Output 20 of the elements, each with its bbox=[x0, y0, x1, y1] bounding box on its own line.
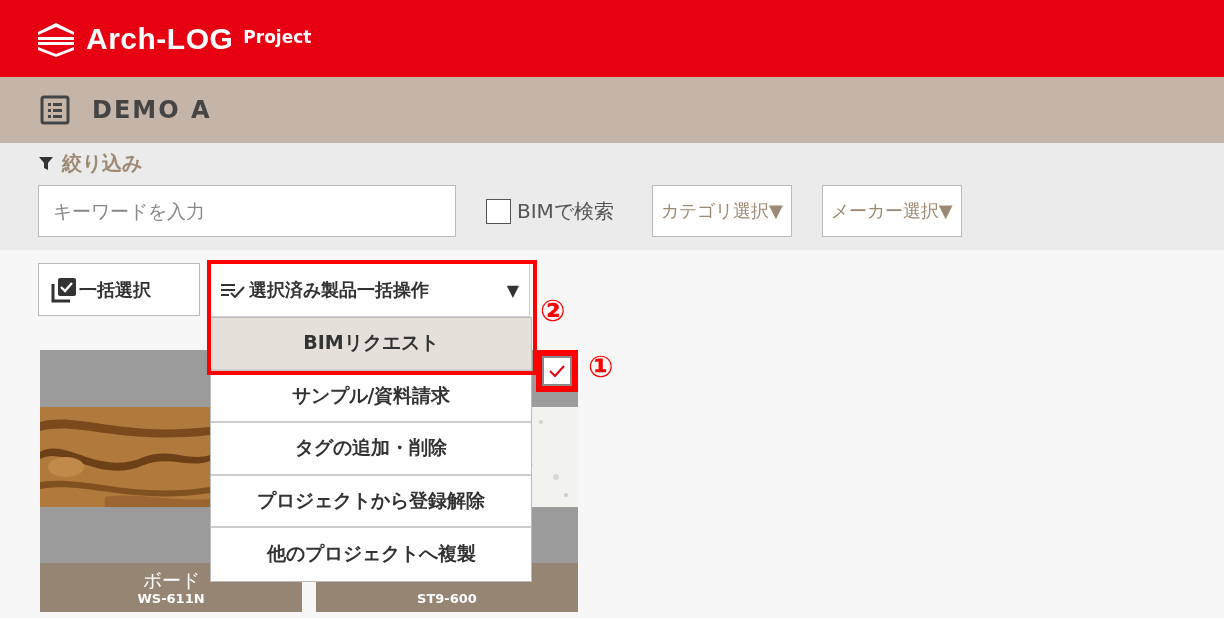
product-name: Project bbox=[243, 26, 312, 47]
list-check-icon bbox=[221, 282, 245, 298]
step-number: ① bbox=[588, 352, 614, 382]
product-code: WS-611N bbox=[137, 591, 205, 606]
keyword-field[interactable]: キーワードを入力 bbox=[38, 185, 456, 237]
bulk-action-button[interactable]: 選択済み製品一括操作 ▼ bbox=[210, 263, 530, 317]
product-checkbox[interactable] bbox=[536, 350, 578, 392]
step-number: ② bbox=[540, 296, 566, 326]
product-name: ボード bbox=[142, 569, 200, 591]
list-icon bbox=[40, 95, 70, 125]
filter-icon bbox=[38, 155, 54, 171]
select-all-button[interactable]: 一括選択 bbox=[38, 263, 200, 316]
project-title: DEMO A bbox=[92, 96, 212, 124]
logo-text[interactable]: Arch-LOG bbox=[86, 21, 234, 56]
product-code: ST9-600 bbox=[417, 591, 477, 606]
bim-search-label: BIMで検索 bbox=[517, 197, 614, 225]
filter-heading: 絞り込み bbox=[62, 149, 142, 177]
checkbox-stack-icon bbox=[51, 276, 77, 303]
bim-checkbox[interactable] bbox=[486, 198, 511, 224]
menu-item[interactable]: BIMリクエスト bbox=[211, 318, 531, 371]
